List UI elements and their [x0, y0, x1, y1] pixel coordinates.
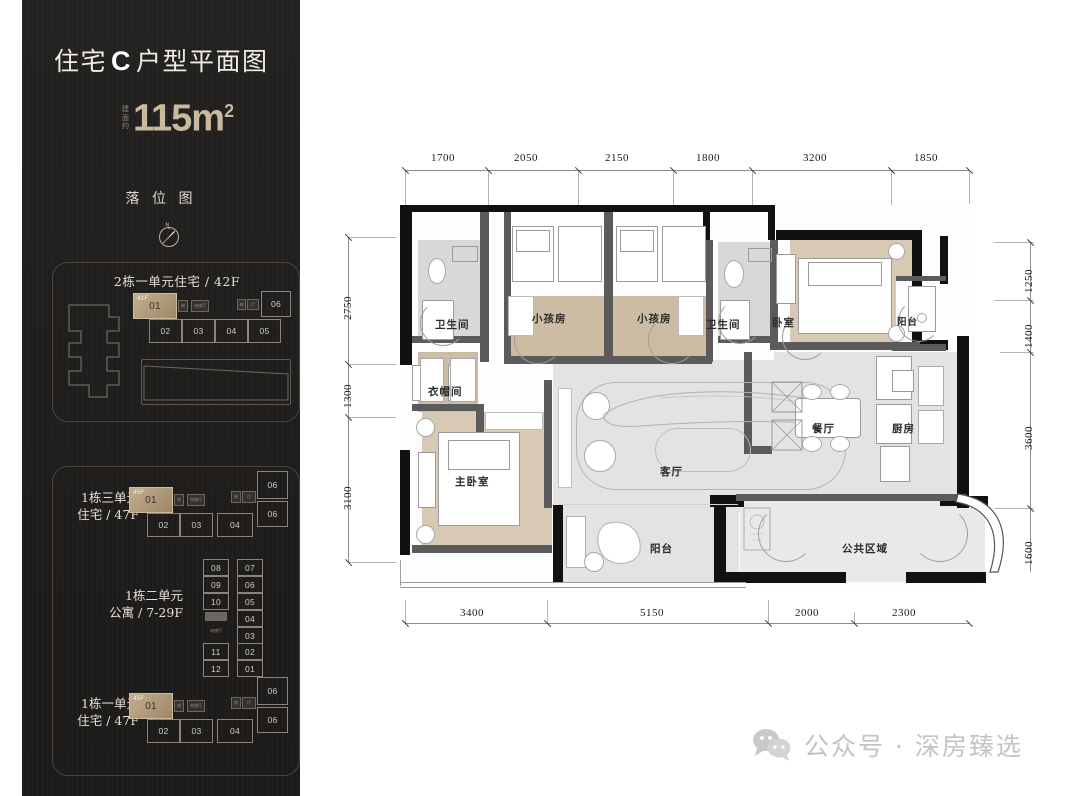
block-card-building1[interactable]: 1栋三单元 住宅 / 47F 01 45F 梯 电梯厅 梯 厅 06 06 02…: [52, 466, 300, 776]
unit-06-upper[interactable]: 06: [257, 471, 288, 499]
core-block: 厅: [247, 299, 259, 310]
room-label-dining-room: 餐厅: [812, 423, 835, 435]
room-label-bedroom: 卧室: [772, 317, 795, 329]
unit-02[interactable]: 02: [147, 513, 180, 537]
core-block: 厅: [242, 491, 256, 503]
room-label-wardrobe: 衣帽间: [428, 386, 463, 398]
core-block: 厅: [242, 697, 256, 709]
floorplan-poster: 住宅 C 户型平面图 建面 约 115m2 落 位 图 N 2栋一单元住宅 / 42…: [0, 0, 1080, 796]
core-label: 电梯厅: [210, 628, 222, 633]
unit-03[interactable]: 03: [237, 627, 263, 644]
room-label-master-bedroom: 主卧室: [455, 476, 490, 488]
title-letter: C: [111, 46, 133, 76]
unit-02[interactable]: 02: [237, 643, 263, 660]
block-label-b1u3: 1栋三单元 住宅 / 47F: [77, 490, 139, 522]
wechat-icon: [753, 729, 791, 761]
room-label-balcony-right: 阳台: [897, 317, 919, 328]
area-display: 建面 约 115m2: [122, 92, 234, 140]
core-block: 梯: [231, 697, 241, 709]
unit-strip-b1u3[interactable]: 01 45F 梯 电梯厅 梯 厅 06 06 02 03 04: [129, 471, 289, 539]
unit-strip-b2u1[interactable]: 01 41F 梯 电梯厅 梯 厅 06 02 03 04 05: [133, 291, 293, 347]
block-card-building2-unit1[interactable]: 2栋一单元住宅 / 42F 01 41F 梯 电梯厅 梯 厅 06 02 03 …: [52, 262, 300, 422]
block-label-b1u2: 1栋二单元 公寓 / 7-29F: [109, 588, 183, 620]
area-unit-superscript: 2: [224, 101, 234, 121]
room-label-bath-right: 卫生间: [706, 319, 741, 331]
unit-strip-b1u1[interactable]: 01 45F 梯 电梯厅 梯 厅 06 06 02 03 04: [129, 677, 289, 745]
unit-07[interactable]: 07: [237, 559, 263, 576]
core-block: 电梯厅: [187, 700, 205, 712]
unit-06-upper[interactable]: 06: [257, 677, 288, 705]
curved-exterior-wall: [955, 493, 1004, 573]
core-block: 梯: [231, 491, 241, 503]
unit-03[interactable]: 03: [180, 513, 213, 537]
room-label-kitchen: 厨房: [892, 423, 915, 435]
unit-03[interactable]: 03: [180, 719, 213, 743]
plan-geometry: 卫生间 小孩房 小孩房 卫生间 卧室 阳台 衣帽间 主卧室 客厅 阳台 餐厅 厨…: [300, 0, 1080, 796]
watermark: 公众号 · 深房臻选: [752, 727, 1023, 763]
unit-strip-b1u2[interactable]: 08 09 10 电梯厅 11 12 07 06 05 04 03 02 01: [203, 559, 275, 679]
floor-badge-41f: 41F: [137, 295, 149, 302]
title-prefix: 住宅: [54, 47, 108, 76]
core-block: 梯: [237, 299, 246, 310]
unit-04[interactable]: 04: [237, 610, 263, 627]
floor-badge-45f: 45F: [133, 695, 145, 702]
unit-06[interactable]: 06: [261, 291, 291, 317]
unit-04[interactable]: 04: [215, 319, 248, 343]
unit-10[interactable]: 10: [203, 593, 229, 610]
watermark-text: 公众号 · 深房臻选: [804, 732, 1023, 761]
unit-06-lower[interactable]: 06: [257, 707, 288, 733]
core-block: 电梯厅: [191, 300, 209, 312]
floor-badge-45f: 45F: [133, 489, 145, 496]
room-label-public-area: 公共区域: [842, 543, 888, 555]
unit-04[interactable]: 04: [217, 719, 253, 743]
core-block: 电梯厅: [187, 494, 205, 506]
unit-05[interactable]: 05: [248, 319, 281, 343]
compass-icon: N: [159, 223, 179, 247]
room-label-bath-left: 卫生间: [435, 319, 470, 331]
room-label-kid-1: 小孩房: [532, 313, 567, 325]
tower-silhouette: [63, 301, 131, 411]
unit-06[interactable]: 06: [237, 576, 263, 593]
unit-03[interactable]: 03: [182, 319, 215, 343]
title-suffix: 户型平面图: [136, 47, 269, 76]
core-block: 梯: [174, 494, 184, 506]
block-heading: 2栋一单元住宅 / 42F: [113, 274, 241, 289]
floorplan-drawing: 1700 2050 2150 1800 3200 1850 2750 1300 …: [300, 0, 1080, 796]
unit-12[interactable]: 12: [203, 660, 229, 677]
unit-02[interactable]: 02: [149, 319, 182, 343]
unit-09[interactable]: 09: [203, 576, 229, 593]
unit-04[interactable]: 04: [217, 513, 253, 537]
unit-02[interactable]: 02: [147, 719, 180, 743]
kitchen-hatch: [771, 381, 803, 451]
room-label-balcony-main: 阳台: [650, 543, 673, 555]
block-label-b1u1: 1栋一单元 住宅 / 47F: [77, 696, 139, 728]
page-title: 住宅 C 户型平面图: [54, 42, 269, 78]
unit-05[interactable]: 05: [237, 593, 263, 610]
unit-11[interactable]: 11: [203, 643, 229, 660]
unit-01[interactable]: 01: [237, 660, 263, 677]
core-block: 梯: [178, 300, 188, 312]
area-value: 115m2: [133, 97, 234, 140]
core-block: [205, 612, 227, 621]
site-outline: [141, 359, 291, 405]
core-block: 梯: [174, 700, 184, 712]
left-info-panel: 住宅 C 户型平面图 建面 约 115m2 落 位 图 N 2栋一单元住宅 / 42…: [22, 0, 300, 796]
room-label-living-room: 客厅: [660, 466, 683, 478]
area-prefix: 建面 约: [122, 105, 129, 131]
unit-06-lower[interactable]: 06: [257, 501, 288, 527]
location-map-title: 落 位 图: [125, 191, 197, 207]
room-label-kid-2: 小孩房: [637, 313, 672, 325]
unit-08[interactable]: 08: [203, 559, 229, 576]
